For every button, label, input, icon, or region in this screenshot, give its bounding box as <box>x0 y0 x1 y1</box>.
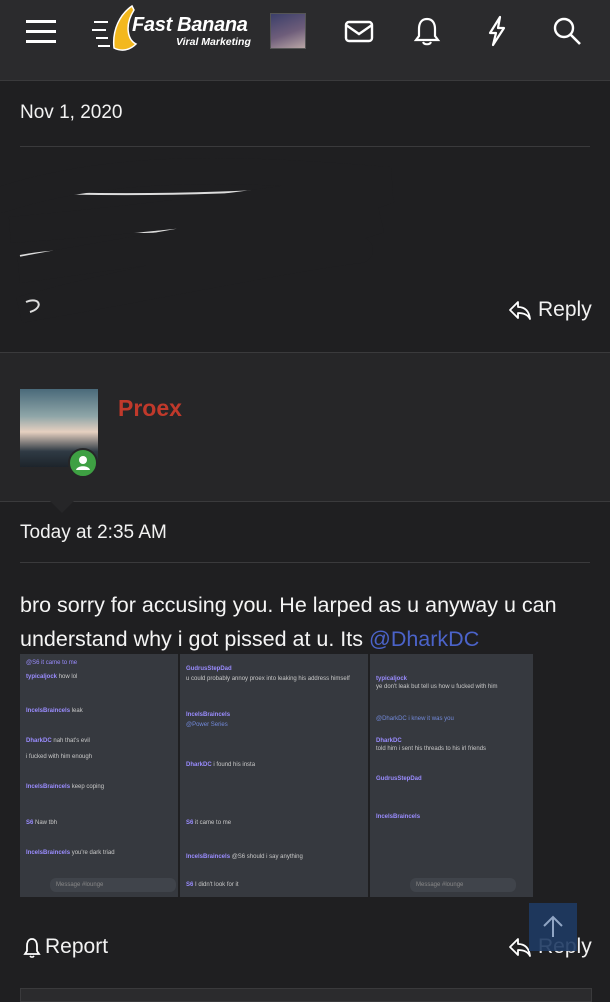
report-label: Report <box>45 935 109 958</box>
site-logo[interactable]: Fast Banana Viral Marketing <box>92 4 256 60</box>
reply-label: Reply <box>538 298 592 321</box>
report-button[interactable]: Report <box>22 935 108 959</box>
bell-icon[interactable] <box>410 14 444 48</box>
post-previous: Nov 1, 2020 Reply <box>0 80 610 352</box>
mail-icon[interactable] <box>342 14 376 48</box>
attached-image-3[interactable]: typicaljock ye don't leak but tell us ho… <box>370 654 533 897</box>
top-navigation-bar: Fast Banana Viral Marketing <box>0 0 610 81</box>
online-status-icon <box>68 448 98 478</box>
brand-name: Fast Banana <box>132 14 248 36</box>
scroll-to-top-button[interactable] <box>529 903 577 951</box>
post-body: bro sorry for accusing you. He larped as… <box>20 588 595 656</box>
search-icon[interactable] <box>550 14 584 48</box>
menu-icon[interactable] <box>24 14 58 48</box>
attached-image-2[interactable]: GudrusStepDad u could probably annoy pro… <box>180 654 368 897</box>
reply-icon <box>509 301 531 320</box>
user-mention-link[interactable]: @DharkDC <box>369 627 479 651</box>
lightning-icon[interactable] <box>480 14 514 48</box>
post-author-block: Proex <box>0 352 610 513</box>
arrow-up-icon <box>543 915 563 937</box>
author-pointer <box>48 499 76 513</box>
user-avatar[interactable] <box>270 13 306 49</box>
author-username[interactable]: Proex <box>118 395 182 422</box>
attached-image-1[interactable]: @S6 it came to me typicaljock how lol In… <box>20 654 178 897</box>
bell-icon <box>23 938 41 958</box>
brand-tagline: Viral Marketing <box>176 36 251 48</box>
reply-button[interactable]: Reply <box>508 298 592 322</box>
post-date: Today at 2:35 AM <box>20 522 167 543</box>
divider <box>20 562 590 563</box>
post-actions: Report Reply <box>0 925 610 970</box>
